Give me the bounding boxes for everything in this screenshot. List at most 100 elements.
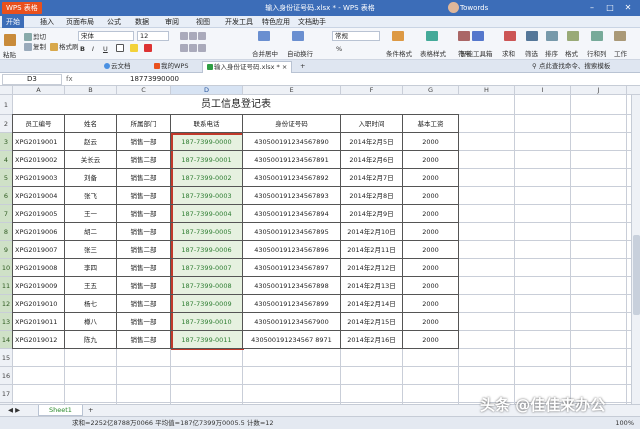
table-style-button[interactable]: 表格样式 [420, 48, 446, 58]
cell[interactable] [515, 115, 571, 133]
table-cell[interactable]: XPG2019010 [13, 295, 65, 313]
table-cell[interactable]: 销售一部 [117, 205, 171, 223]
table-cell[interactable]: 430500191234567 8971 [243, 331, 341, 349]
user-name[interactable]: Towords [460, 1, 488, 15]
table-cell[interactable]: 销售二部 [117, 169, 171, 187]
cell[interactable] [341, 385, 403, 403]
cell[interactable] [571, 277, 627, 295]
table-cell[interactable]: 430500191234567893 [243, 187, 341, 205]
table-cell[interactable]: 王五 [65, 277, 117, 295]
row-header-17[interactable]: 17 [0, 385, 13, 403]
cell[interactable] [515, 349, 571, 367]
italic-button[interactable]: I [92, 45, 94, 53]
table-cell[interactable]: 2014年2月8日 [341, 187, 403, 205]
cell[interactable] [341, 349, 403, 367]
table-cell[interactable]: 187-7399-0009 [171, 295, 243, 313]
merge-center-button[interactable]: 合并居中 [252, 48, 278, 58]
table-cell[interactable]: 陈九 [65, 331, 117, 349]
cell[interactable] [571, 349, 627, 367]
cell[interactable] [571, 205, 627, 223]
tab-current-file[interactable]: 输入身份证号码.xlsx * × [202, 61, 293, 73]
table-cell[interactable]: 187-7399-0008 [171, 277, 243, 295]
minimize-icon[interactable]: – [585, 1, 599, 15]
table-cell[interactable]: 2014年2月5日 [341, 133, 403, 151]
table-cell[interactable]: 2000 [403, 295, 459, 313]
table-cell[interactable]: 销售一部 [117, 313, 171, 331]
table-cell[interactable]: 187-7399-0001 [171, 151, 243, 169]
bold-button[interactable]: B [80, 45, 85, 53]
sum-icon-button[interactable] [504, 31, 517, 41]
tab-my-wps[interactable]: 我的WPS [150, 61, 192, 73]
table-cell[interactable]: 2000 [403, 133, 459, 151]
table-cell[interactable]: 2000 [403, 259, 459, 277]
column-header-e[interactable]: E [243, 86, 341, 95]
table-cell[interactable]: 张飞 [65, 187, 117, 205]
sort-button[interactable]: 排序 [545, 48, 558, 58]
row-col-icon-button[interactable] [591, 31, 604, 41]
table-cell[interactable]: 销售一部 [117, 187, 171, 205]
cell[interactable] [459, 331, 515, 349]
menu-special[interactable]: 特色应用 [262, 16, 290, 28]
cell[interactable] [571, 223, 627, 241]
table-cell[interactable]: 430500191234567896 [243, 241, 341, 259]
column-header-b[interactable]: B [65, 86, 117, 95]
table-cell[interactable]: 2014年2月12日 [341, 259, 403, 277]
menu-view[interactable]: 视图 [196, 16, 210, 28]
cut-button[interactable]: 剪切 [24, 31, 46, 41]
cell[interactable] [571, 169, 627, 187]
table-cell[interactable]: 2000 [403, 187, 459, 205]
table-cell[interactable]: 杨七 [65, 295, 117, 313]
fill-color-button[interactable] [130, 44, 139, 52]
sum-button[interactable]: 求和 [502, 48, 515, 58]
table-cell[interactable]: 430500191234567900 [243, 313, 341, 331]
filter-icon-button[interactable] [526, 31, 539, 41]
cell[interactable] [403, 385, 459, 403]
tab-cloud-docs[interactable]: 云文档 [100, 61, 135, 73]
table-cell[interactable]: 2000 [403, 169, 459, 187]
paste-label[interactable]: 粘贴 [3, 49, 16, 59]
cell[interactable] [571, 331, 627, 349]
align-left-button[interactable] [180, 44, 207, 52]
cell[interactable] [515, 223, 571, 241]
menu-formula[interactable]: 公式 [107, 16, 121, 28]
cell[interactable] [459, 133, 515, 151]
cell[interactable] [515, 367, 571, 385]
cell[interactable] [65, 385, 117, 403]
table-cell[interactable]: 430500191234567894 [243, 205, 341, 223]
smart-toolbox-button[interactable]: 智能工具箱 [460, 48, 493, 58]
cell[interactable] [459, 187, 515, 205]
table-cell[interactable]: 销售一部 [117, 259, 171, 277]
cell[interactable] [459, 241, 515, 259]
cell[interactable] [171, 367, 243, 385]
table-cell[interactable]: 销售二部 [117, 241, 171, 259]
table-cell[interactable]: 张三 [65, 241, 117, 259]
table-cell[interactable]: XPG2019002 [13, 151, 65, 169]
table-cell[interactable]: XPG2019006 [13, 223, 65, 241]
table-cell[interactable]: 李四 [65, 259, 117, 277]
table-cell[interactable]: 销售二部 [117, 151, 171, 169]
table-cell[interactable]: XPG2019003 [13, 169, 65, 187]
cell[interactable] [341, 367, 403, 385]
cell[interactable] [571, 95, 627, 115]
table-cell[interactable]: 430500191234567895 [243, 223, 341, 241]
table-cell[interactable]: 430500191234567897 [243, 259, 341, 277]
cell[interactable] [171, 349, 243, 367]
close-tab-icon[interactable]: × [282, 63, 287, 71]
cell[interactable] [459, 115, 515, 133]
cell[interactable] [459, 205, 515, 223]
format-icon-button[interactable] [567, 31, 580, 41]
sheet-tab-sheet1[interactable]: Sheet1 [38, 405, 83, 416]
cell[interactable] [459, 95, 515, 115]
cell[interactable] [571, 187, 627, 205]
column-header-f[interactable]: F [341, 86, 403, 95]
sort-icon-button[interactable] [546, 31, 559, 41]
spreadsheet-grid[interactable]: ABCDEFGHIJK12345678910111213141516171819… [0, 86, 640, 404]
cell[interactable] [459, 259, 515, 277]
scrollbar-thumb[interactable] [633, 235, 640, 315]
table-cell[interactable]: 430500191234567890 [243, 133, 341, 151]
close-icon[interactable]: ✕ [621, 1, 635, 15]
wrap-text-icon-button[interactable] [292, 31, 305, 41]
cell[interactable] [459, 349, 515, 367]
table-cell[interactable]: 赵云 [65, 133, 117, 151]
cell[interactable] [515, 151, 571, 169]
